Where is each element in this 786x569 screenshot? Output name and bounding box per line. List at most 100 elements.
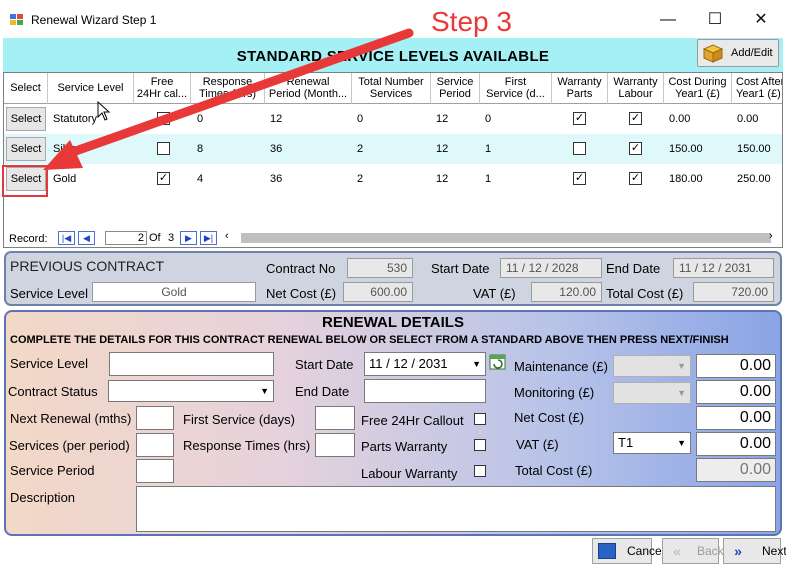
column-header-label: Year1 (£)	[675, 88, 720, 100]
warranty-labour-checkbox[interactable]: ✓	[629, 172, 642, 185]
services-per-period-input[interactable]	[136, 433, 174, 457]
column-header-warranty-parts[interactable]: Warranty Parts	[552, 73, 608, 104]
column-header-free-24hr[interactable]: Free 24Hr cal...	[134, 73, 191, 104]
response-times-input[interactable]	[315, 433, 355, 457]
last-record-icon[interactable]: ▶|	[200, 231, 217, 245]
contract-no-field: 530	[347, 258, 413, 278]
warranty-parts-checkbox[interactable]	[573, 142, 586, 155]
response-times-label: Response Times (hrs)	[183, 438, 311, 453]
net-cost-input[interactable]: 0.00	[696, 406, 776, 430]
column-header-warranty-labour[interactable]: Warranty Labour	[608, 73, 664, 104]
cancel-icon	[598, 543, 616, 559]
next-record-icon[interactable]: ▶	[180, 231, 197, 245]
chevron-down-icon: ▼	[472, 359, 481, 369]
cell-service-level: Silver	[53, 143, 81, 155]
start-date-picker[interactable]: 11 / 12 / 2031 ▼	[364, 352, 486, 376]
monitoring-amount-input[interactable]: 0.00	[696, 380, 776, 404]
column-header-service-level[interactable]: Service Level	[48, 73, 134, 104]
free-24hr-checkbox[interactable]: ✓	[157, 172, 170, 185]
parts-warranty-checkbox[interactable]	[474, 439, 486, 451]
select-row-button[interactable]: Select	[6, 137, 46, 161]
column-header-service-period[interactable]: Service Period	[431, 73, 480, 104]
parts-warranty-label: Parts Warranty	[361, 439, 448, 454]
column-header-renewal-period[interactable]: Renewal Period (Month...	[265, 73, 352, 104]
box-icon	[702, 44, 724, 63]
next-renewal-input[interactable]	[136, 406, 174, 430]
calendar-refresh-icon[interactable]	[489, 353, 507, 371]
select-row-button[interactable]: Select	[6, 107, 46, 131]
cell-first-service: 1	[485, 173, 492, 185]
column-header-cost-after[interactable]: Cost After Year1 (£)	[732, 73, 783, 104]
total-cost-label: Total Cost (£)	[515, 463, 593, 478]
contract-status-dropdown[interactable]: ▼	[108, 380, 274, 402]
free-24hr-checkbox[interactable]	[157, 112, 170, 125]
cell-first-service: 1	[485, 143, 492, 155]
column-header-label: First	[504, 76, 527, 88]
maintenance-dropdown: ▼	[613, 355, 691, 377]
free-24hr-checkbox[interactable]	[157, 142, 170, 155]
vat-amount-input[interactable]: 0.00	[696, 432, 776, 456]
column-header-first-service[interactable]: First Service (d...	[480, 73, 552, 104]
column-header-cost-year1[interactable]: Cost During Year1 (£)	[664, 73, 732, 104]
maintenance-label: Maintenance (£)	[514, 359, 608, 374]
horizontal-scrollbar[interactable]	[241, 233, 771, 243]
vat-code-dropdown[interactable]: T1 ▼	[613, 432, 691, 454]
close-button[interactable]: ✕	[738, 6, 784, 34]
previous-record-icon[interactable]: ◀	[78, 231, 95, 245]
cancel-label: Cancel	[627, 544, 665, 558]
warranty-labour-checkbox[interactable]: ✓	[629, 112, 642, 125]
column-header-select[interactable]: Select	[4, 73, 48, 104]
cell-service-period: 12	[436, 173, 449, 185]
column-header-label: 24Hr cal...	[136, 88, 188, 100]
renewal-details-title: RENEWAL DETAILS	[322, 314, 464, 331]
minimize-button[interactable]: —	[645, 6, 691, 34]
app-icon	[10, 14, 23, 25]
first-service-input[interactable]	[315, 406, 355, 430]
end-date-label: End Date	[606, 261, 661, 276]
total-cost-label: Total Cost (£)	[606, 286, 684, 301]
start-date-label: Start Date	[295, 357, 354, 372]
labour-warranty-checkbox[interactable]	[474, 465, 486, 477]
table-row[interactable]: Select Silver 8 36 2 12 1 ✓ 150.00 150.0…	[4, 134, 782, 164]
free-callout-checkbox[interactable]	[474, 413, 486, 425]
service-period-input[interactable]	[136, 459, 174, 483]
maximize-button[interactable]: ☐	[692, 6, 738, 34]
warranty-labour-checkbox[interactable]: ✓	[629, 142, 642, 155]
scroll-left-icon[interactable]: ‹	[225, 230, 229, 242]
cell-cost-after: 150.00	[737, 143, 771, 155]
column-header-label: Renewal	[286, 76, 330, 88]
end-date-input[interactable]	[364, 379, 486, 403]
cell-service-period: 12	[436, 143, 449, 155]
cancel-button[interactable]: Cancel	[592, 538, 664, 564]
back-button[interactable]: « Back	[662, 538, 724, 564]
column-header-label: Cost During	[668, 76, 727, 88]
warranty-parts-checkbox[interactable]: ✓	[573, 112, 586, 125]
column-header-response[interactable]: Response Times (Hrs)	[191, 73, 265, 104]
free-callout-label: Free 24Hr Callout	[361, 413, 464, 428]
table-row[interactable]: Select Statutory 0 12 0 12 0 ✓ ✓ 0.00 0.…	[4, 104, 782, 134]
description-textarea[interactable]	[136, 486, 776, 532]
cell-response: 4	[197, 173, 204, 185]
table-row[interactable]: Select Gold ✓ 4 36 2 12 1 ✓ ✓ 180.00 250…	[4, 164, 782, 194]
section-title: STANDARD SERVICE LEVELS AVAILABLE	[236, 48, 550, 65]
column-header-label: Year1 (£)	[736, 88, 781, 100]
service-level-input[interactable]	[109, 352, 274, 376]
cell-total-services: 2	[357, 173, 364, 185]
scroll-right-icon[interactable]: ›	[769, 230, 773, 242]
mouse-cursor-icon	[97, 101, 111, 121]
add-edit-button[interactable]: Add/Edit	[697, 39, 779, 67]
back-arrow-icon: «	[673, 543, 681, 559]
column-header-total-services[interactable]: Total Number Services	[352, 73, 431, 104]
record-number-input[interactable]: 2	[105, 231, 147, 245]
first-record-icon[interactable]: |◀	[58, 231, 75, 245]
warranty-parts-checkbox[interactable]: ✓	[573, 172, 586, 185]
chevron-down-icon: ▼	[677, 388, 686, 398]
next-button[interactable]: » Next	[723, 538, 786, 564]
labour-warranty-label: Labour Warranty	[361, 466, 458, 481]
cell-service-period: 12	[436, 113, 449, 125]
maintenance-amount-input[interactable]: 0.00	[696, 354, 776, 378]
column-header-label: Cost After	[736, 76, 783, 88]
cell-service-level: Gold	[53, 173, 77, 185]
service-period-label: Service Period	[10, 463, 95, 478]
vat-label: VAT (£)	[473, 286, 516, 301]
